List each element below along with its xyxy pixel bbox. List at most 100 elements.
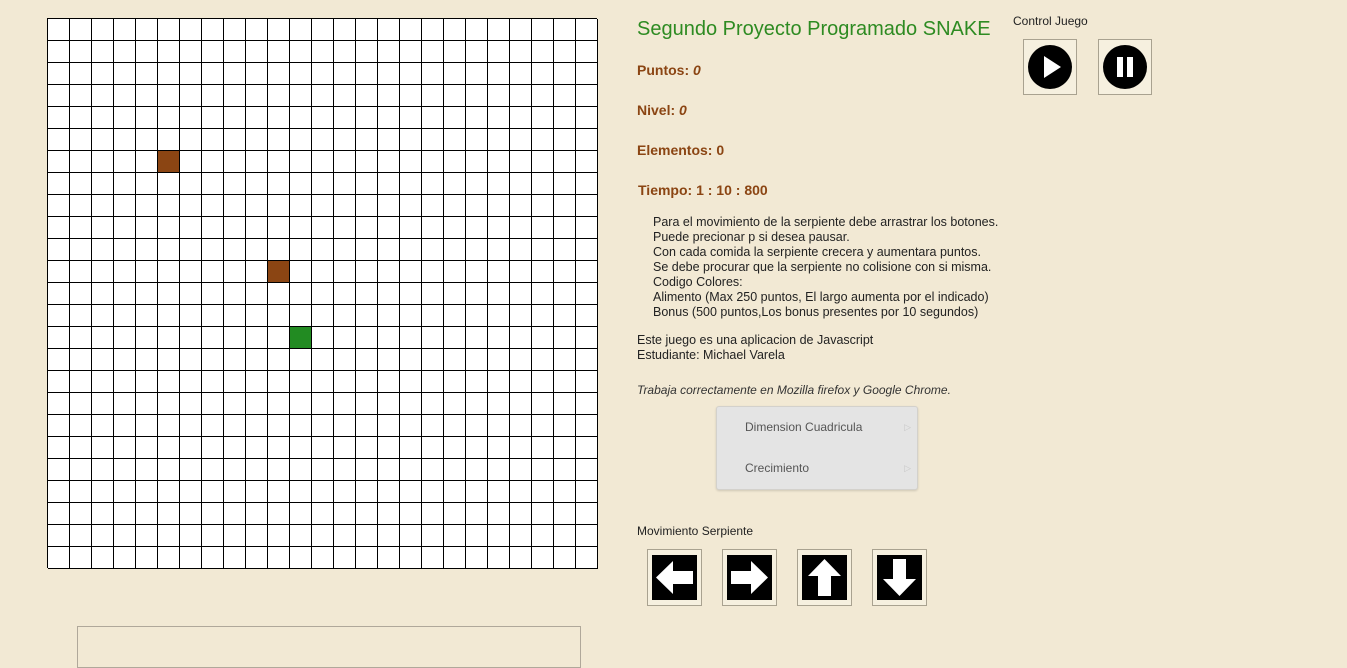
move-up-button[interactable] [797, 549, 852, 606]
board-cell [224, 415, 246, 437]
board-cell [488, 195, 510, 217]
board-cell [268, 195, 290, 217]
board-cell [532, 371, 554, 393]
board-cell [158, 85, 180, 107]
board-cell [466, 525, 488, 547]
board-cell [444, 327, 466, 349]
board-cell [202, 437, 224, 459]
menu-item-dimension[interactable]: Dimension Cuadricula ▷ [717, 407, 917, 448]
pause-icon [1103, 45, 1147, 89]
board-cell [202, 459, 224, 481]
board-cell [92, 283, 114, 305]
board-cell [532, 239, 554, 261]
board-cell [70, 305, 92, 327]
menu-item-growth[interactable]: Crecimiento ▷ [717, 448, 917, 489]
board-cell [422, 503, 444, 525]
board-cell [356, 173, 378, 195]
board-cell [334, 261, 356, 283]
board-cell [92, 85, 114, 107]
board-cell [290, 459, 312, 481]
board-cell [246, 63, 268, 85]
board-cell [378, 371, 400, 393]
time-label: Tiempo: [638, 182, 697, 198]
board-cell [290, 151, 312, 173]
game-board[interactable] [47, 18, 598, 569]
board-cell [224, 327, 246, 349]
board-cell [180, 239, 202, 261]
board-cell [554, 503, 576, 525]
board-cell [246, 371, 268, 393]
board-cell [92, 393, 114, 415]
board-cell [92, 481, 114, 503]
move-right-button[interactable] [722, 549, 777, 606]
board-cell [290, 415, 312, 437]
board-cell [378, 283, 400, 305]
board-cell [136, 107, 158, 129]
move-left-button[interactable] [647, 549, 702, 606]
board-cell [312, 547, 334, 569]
board-cell [92, 217, 114, 239]
board-cell [290, 349, 312, 371]
board-cell [92, 151, 114, 173]
board-cell [400, 305, 422, 327]
board-cell [378, 415, 400, 437]
board-cell [510, 195, 532, 217]
board-cell [334, 371, 356, 393]
play-button[interactable] [1023, 39, 1077, 95]
board-cell [554, 195, 576, 217]
board-cell [202, 415, 224, 437]
board-cell [466, 195, 488, 217]
board-cell [114, 327, 136, 349]
board-cell [180, 195, 202, 217]
board-cell [312, 393, 334, 415]
board-cell [70, 85, 92, 107]
menu-item-label: Crecimiento [745, 461, 810, 475]
board-cell [48, 239, 70, 261]
board-cell [554, 525, 576, 547]
board-cell [290, 41, 312, 63]
board-cell [356, 459, 378, 481]
board-cell [466, 503, 488, 525]
board-cell [70, 459, 92, 481]
board-cell [422, 437, 444, 459]
board-cell [444, 261, 466, 283]
board-cell [422, 129, 444, 151]
board-cell [180, 547, 202, 569]
move-down-button[interactable] [872, 549, 927, 606]
board-cell [378, 41, 400, 63]
board-cell [158, 459, 180, 481]
board-cell [400, 107, 422, 129]
board-cell [158, 283, 180, 305]
instruction-line: Bonus (500 puntos,Los bonus presentes po… [653, 305, 979, 319]
board-cell [48, 195, 70, 217]
elements-value: 0 [716, 142, 725, 158]
board-cell [312, 217, 334, 239]
board-cell [378, 239, 400, 261]
board-cell [422, 217, 444, 239]
board-cell [202, 63, 224, 85]
board-cell [576, 217, 598, 239]
board-cell [246, 239, 268, 261]
board-cell [356, 305, 378, 327]
board-cell [444, 393, 466, 415]
board-cell [576, 195, 598, 217]
board-cell [356, 63, 378, 85]
board-cell [466, 63, 488, 85]
board-cell [48, 349, 70, 371]
board-cell [246, 349, 268, 371]
board-cell [488, 217, 510, 239]
board-cell [114, 371, 136, 393]
board-cell [466, 107, 488, 129]
level-stat: Nivel: 0 [637, 102, 687, 118]
board-cell [444, 283, 466, 305]
board-cell [158, 525, 180, 547]
board-cell [312, 481, 334, 503]
board-cell [290, 283, 312, 305]
pause-button[interactable] [1098, 39, 1152, 95]
board-cell [268, 459, 290, 481]
board-cell [136, 41, 158, 63]
board-cell [180, 349, 202, 371]
board-cell [400, 393, 422, 415]
board-cell [356, 371, 378, 393]
points-stat: Puntos: 0 [637, 62, 701, 78]
